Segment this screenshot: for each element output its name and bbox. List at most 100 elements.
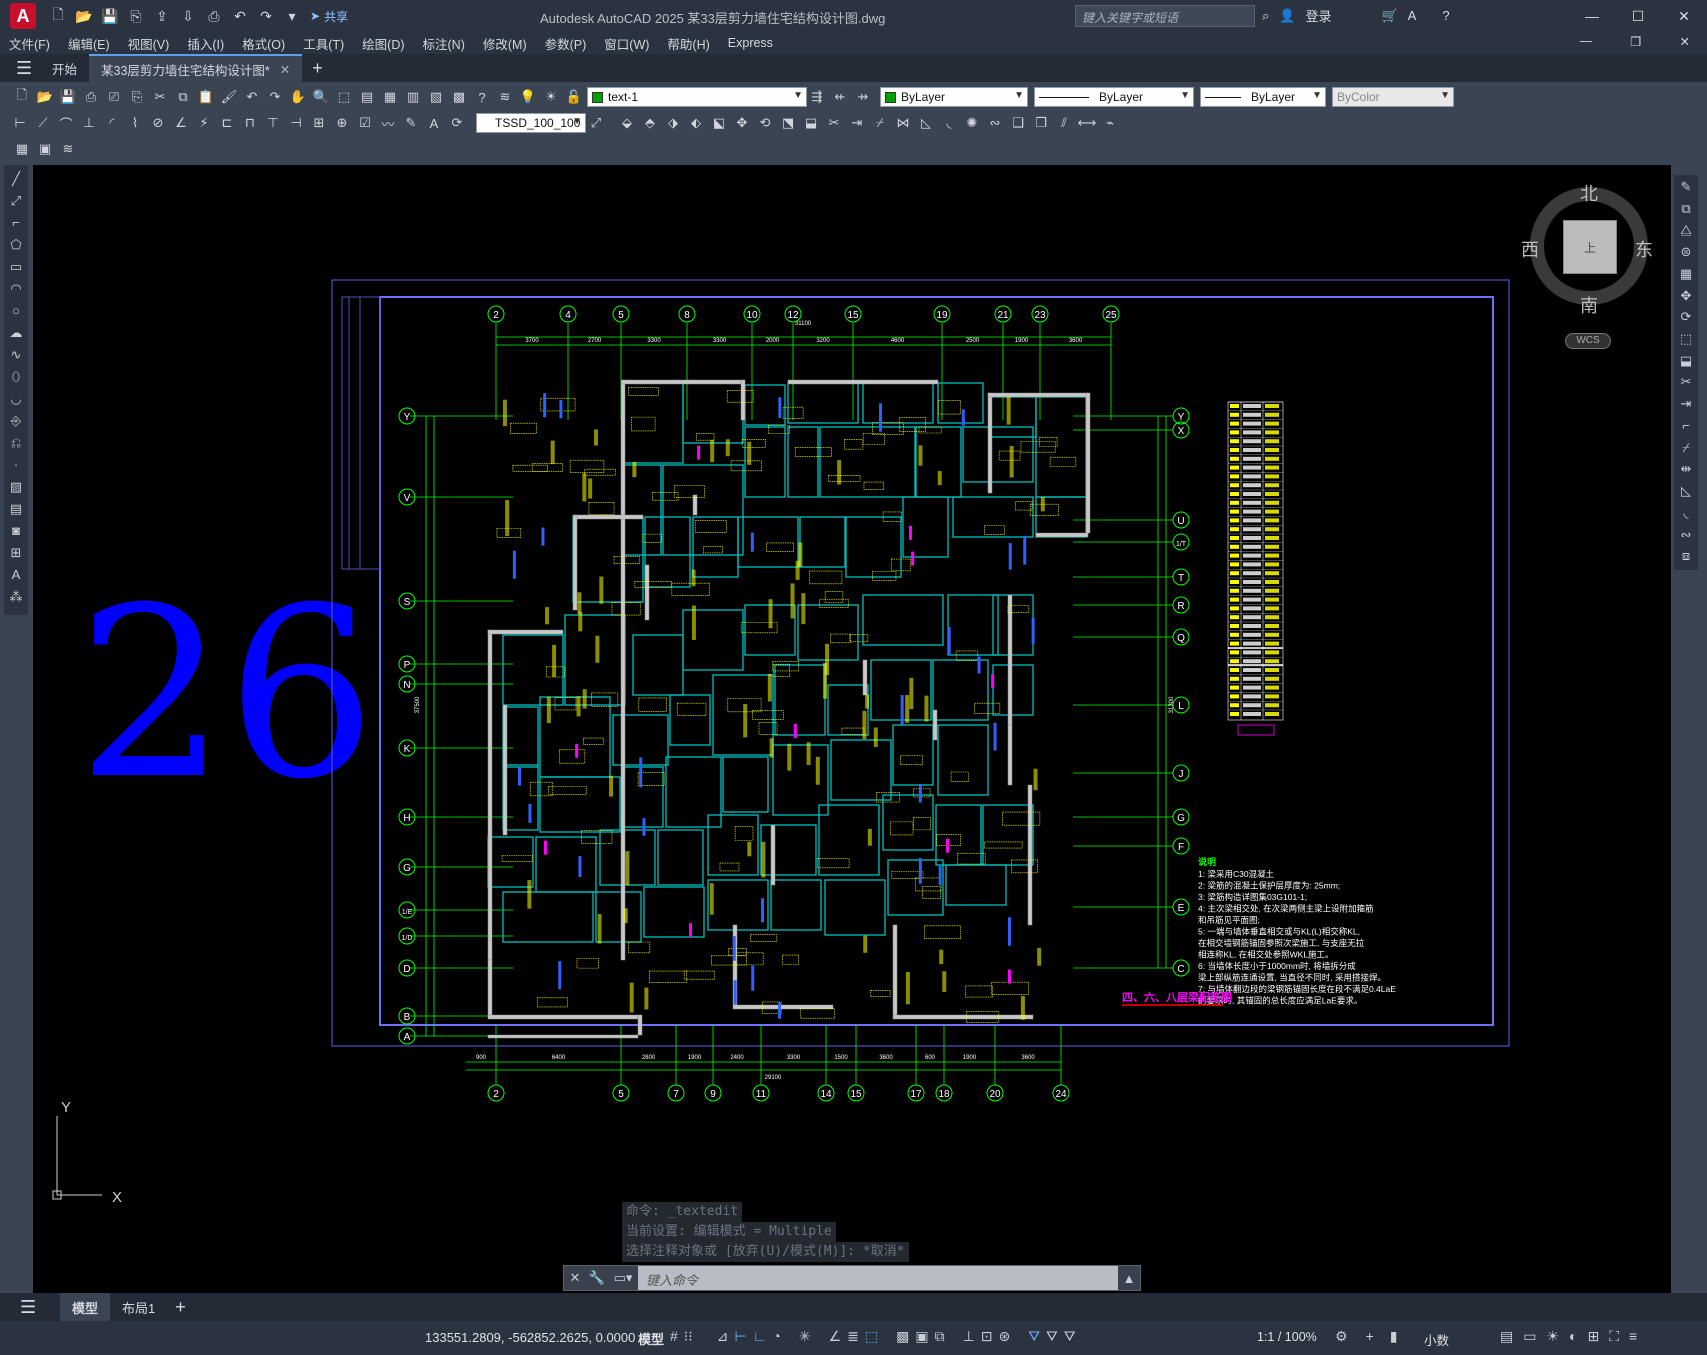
compass-west[interactable]: 西 [1521,236,1539,262]
drawing-canvas[interactable]: 26 3700 2700 3300 3300 2000 3200 4600 2500 1900 3… [33,165,1671,1293]
selection-cycling-icon[interactable]: ▣ [915,1328,928,1345]
dim-baseline-icon[interactable]: ⊏ [217,113,237,133]
menu-item-6[interactable]: 绘图(D) [353,34,413,53]
compass-east[interactable]: 东 [1635,236,1653,262]
command-prompt-icon[interactable]: ▭▾ [608,1270,638,1286]
menu-item-5[interactable]: 工具(T) [294,34,353,53]
modify-rotate-icon[interactable]: ⟲ [755,113,775,133]
modify-break-icon[interactable]: ⌿ [870,113,890,133]
menu-item-0[interactable]: 文件(F) [0,34,59,53]
maximize-icon[interactable]: ☐ [1615,0,1661,32]
zoom-realtime-icon[interactable]: 🔍 [311,87,331,107]
tab-layout1[interactable]: 布局1 [110,1293,167,1321]
erase-icon[interactable]: ✎ [1681,179,1692,201]
transparency-icon[interactable]: ▩ [896,1328,909,1345]
jogged-linear-icon[interactable]: 〰 [378,113,398,133]
polar-icon[interactable]: ◔ [772,1328,780,1345]
doc-minimize-icon[interactable]: — [1571,34,1602,49]
lock-ui-icon[interactable]: ▭ [1523,1328,1536,1345]
menu-item-7[interactable]: 标注(N) [414,34,474,53]
dim-diameter-icon[interactable]: ⊘ [148,113,168,133]
polygon-icon[interactable]: ⬠ [10,237,21,259]
modify-move-icon[interactable]: ✥ [732,113,752,133]
modify-pedit-icon[interactable]: ⌁ [1100,113,1120,133]
search-input[interactable]: 键入关键字或短语 [1075,5,1255,27]
make-current-icon[interactable]: ⇶ [807,87,827,107]
table-icon[interactable]: ▦ [12,139,32,159]
file-tabs-menu-icon[interactable]: ☰ [16,58,40,79]
scale-icon[interactable]: ⬚ [1680,331,1692,353]
layer-on-icon[interactable]: 💡 [518,87,538,107]
modify-fillet-icon[interactable]: ◟ [939,113,959,133]
annotation-monitor-icon[interactable]: + [1366,1328,1374,1345]
doc-close-icon[interactable]: ✕ [1671,34,1699,49]
customization-icon[interactable]: ≡ [1629,1328,1637,1345]
dimstyle-select[interactable]: TSSD_100_100 ▼ [476,113,586,133]
modify-chamfer-icon[interactable]: ◺ [916,113,936,133]
command-customize-icon[interactable]: 🔧 [586,1270,608,1286]
make-block-icon[interactable]: ⎌ [11,435,21,457]
customize-icon[interactable]: ▾ [282,6,302,26]
redo-icon[interactable]: ↷ [256,6,276,26]
publish-icon[interactable]: ⎘ [127,87,147,107]
units-value[interactable]: 小数 [1424,1330,1449,1349]
revcloud-icon[interactable]: ☁ [10,325,23,347]
save-icon[interactable]: 💾 [100,6,120,26]
design-center-icon[interactable]: ▦ [380,87,400,107]
object-snap-tracking-icon[interactable]: ∠ [829,1328,842,1345]
viewcube[interactable]: 北 南 东 西 上 [1521,180,1657,316]
calculator-icon[interactable]: ▩ [449,87,469,107]
graphics-perf-icon[interactable]: ⊞ [1588,1328,1600,1345]
modify-stretch-icon[interactable]: ⬓ [801,113,821,133]
tool-palettes-icon[interactable]: ▥ [403,87,423,107]
hatch-icon[interactable]: ▨ [10,479,22,501]
modify-mirror-icon[interactable]: ⬗ [663,113,683,133]
copy-icon[interactable]: ⧉ [173,87,193,107]
modify-array-icon[interactable]: ⬕ [709,113,729,133]
sheet-set-icon[interactable]: ▧ [426,87,446,107]
dim-update-icon[interactable]: ⟳ [447,113,467,133]
gizmo-icon[interactable]: ⊛ [999,1328,1011,1345]
quick-dim-icon[interactable]: ⚡ [194,113,214,133]
field-icon[interactable]: ▣ [35,139,55,159]
undo-icon[interactable]: ↶ [230,6,250,26]
mirror-icon[interactable]: ⧋ [1680,222,1692,244]
rectangle-icon[interactable]: ▭ [10,259,22,281]
trim-icon[interactable]: ✂ [1681,374,1692,396]
menu-item-10[interactable]: 窗口(W) [595,34,658,53]
open-icon[interactable]: 📂 [74,6,94,26]
lineweight-icon[interactable]: ≣ [847,1328,859,1345]
isometric-icon[interactable]: ✳ [799,1328,811,1345]
new-icon[interactable]: 🗋 [12,87,32,107]
export-icon[interactable]: ⇩ [178,6,198,26]
new-icon[interactable]: 🗋 [48,6,68,26]
plotstyle-select[interactable]: ByColor ▼ [1332,87,1454,107]
dim-text-edit-icon[interactable]: A [424,113,444,133]
login-button[interactable]: 登录 [1305,6,1331,25]
isolate-objects-icon[interactable]: ☀ [1546,1328,1559,1345]
open-icon[interactable]: 📂 [35,87,55,107]
tolerance-icon[interactable]: ⊞ [309,113,329,133]
layout-menu-icon[interactable]: ☰ [20,1297,60,1318]
add-selected-icon[interactable]: ⁂ [10,589,23,611]
menu-item-12[interactable]: Express [719,36,782,50]
model-space-toggle[interactable]: 模型 [638,1329,664,1348]
compass-south[interactable]: 南 [1580,292,1598,318]
linetype-select[interactable]: ByLayer ▼ [1034,87,1194,107]
break-icon[interactable]: ⌿ [1682,440,1690,462]
modify-blend-icon[interactable]: ∾ [985,113,1005,133]
inspection-icon[interactable]: ☑ [355,113,375,133]
layer-previous-icon[interactable]: ⇷ [830,87,850,107]
3d-osnap-icon[interactable]: ⧉ [935,1328,945,1345]
print-icon[interactable]: ⎙ [204,6,224,26]
user-icon[interactable]: 👤 [1279,8,1295,24]
layer-select[interactable]: text-1 ▼ [587,87,807,107]
save-as-icon[interactable]: ⎘ [126,6,146,26]
ortho-icon[interactable]: ∟ [753,1328,767,1345]
tab-close-icon[interactable]: ✕ [280,62,290,77]
lineweight-select[interactable]: ByLayer ▼ [1200,87,1326,107]
ellipse-arc-icon[interactable]: ◡ [10,391,21,413]
add-layout-icon[interactable]: + [175,1297,186,1318]
units-icon[interactable]: ▮ [1390,1328,1398,1345]
menu-item-11[interactable]: 帮助(H) [658,34,718,53]
